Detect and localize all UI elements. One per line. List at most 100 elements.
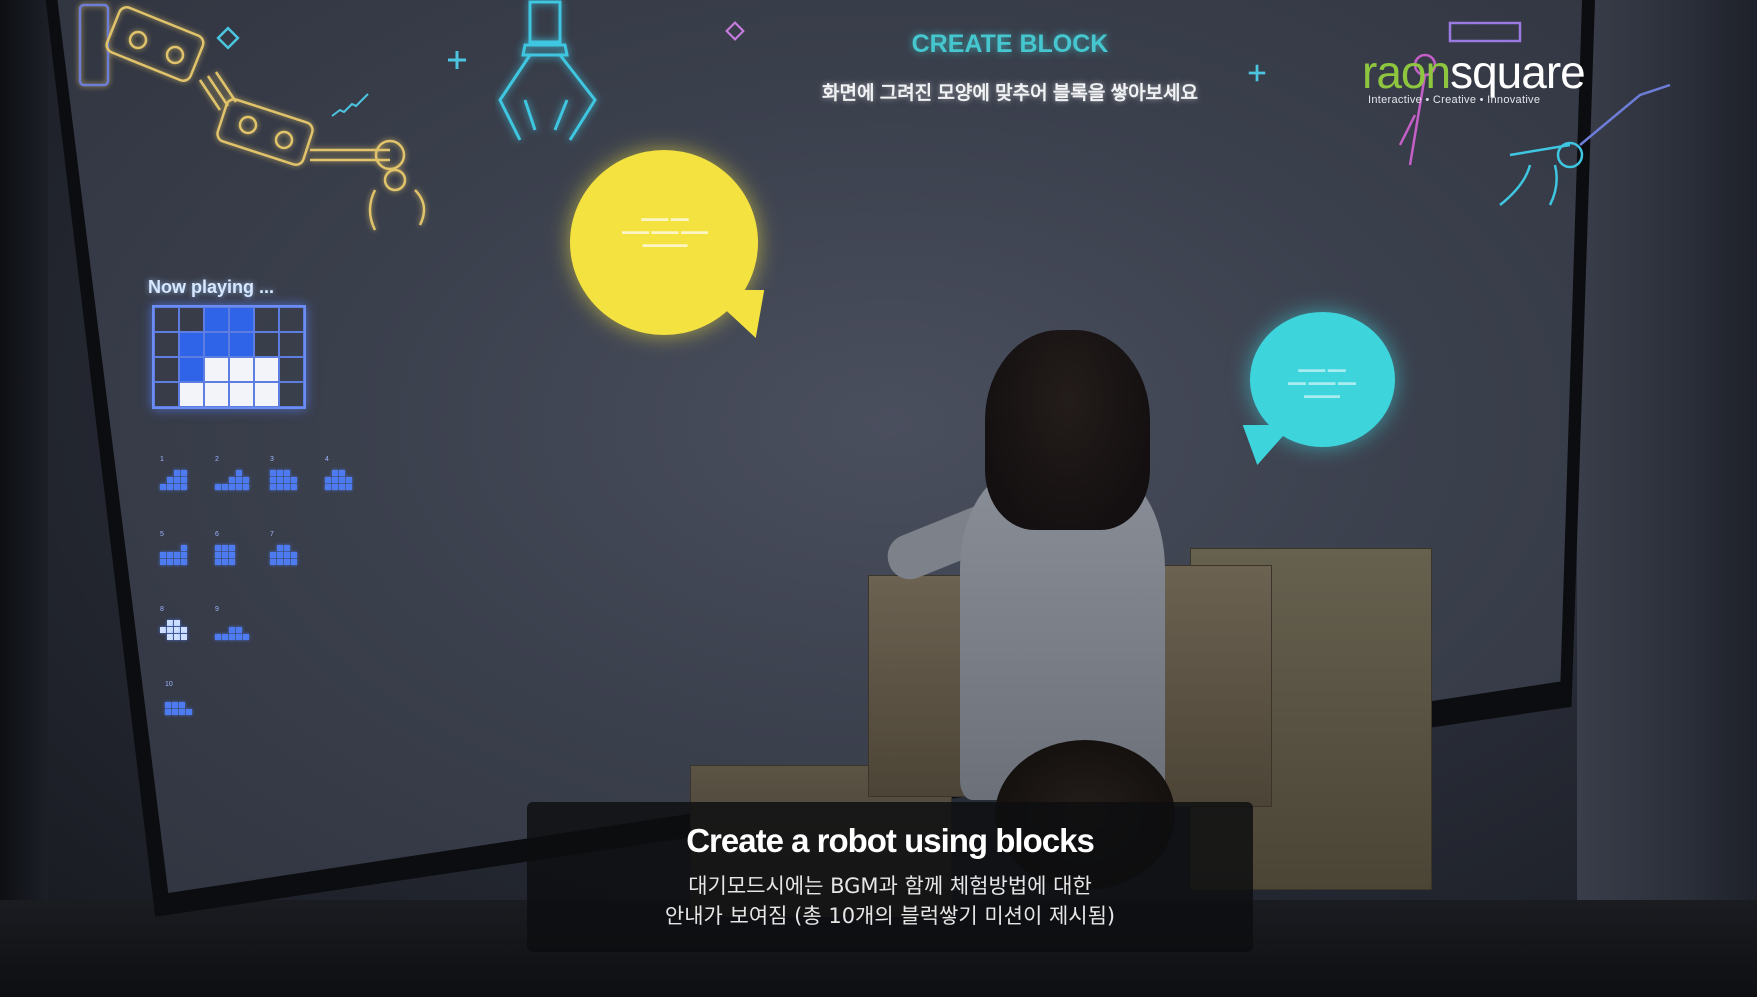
block-pixel xyxy=(174,470,180,476)
block-pixel xyxy=(172,702,178,708)
block-pixel xyxy=(215,484,221,490)
block-pixel xyxy=(160,627,166,633)
block-pixel xyxy=(174,552,180,558)
block-pixel xyxy=(222,634,228,640)
mission-thumbnail: 6 xyxy=(215,531,255,575)
block-pixel xyxy=(236,477,242,483)
block-pixel xyxy=(277,552,283,558)
block-pixel xyxy=(181,470,187,476)
block-pixel xyxy=(181,552,187,558)
grid-cell xyxy=(279,307,304,332)
block-pixel xyxy=(181,627,187,633)
grid-cell xyxy=(154,357,179,382)
mission-thumbnail: 4 xyxy=(325,456,365,500)
mission-number: 10 xyxy=(165,681,173,688)
block-pixel xyxy=(174,634,180,640)
block-pixel xyxy=(179,702,185,708)
block-pixel xyxy=(277,477,283,483)
block-pixel xyxy=(215,559,221,565)
block-pixel xyxy=(277,545,283,551)
speech-bubble-tail xyxy=(695,290,765,338)
grid-cell xyxy=(204,382,229,407)
block-pixel xyxy=(339,484,345,490)
person-head xyxy=(985,330,1150,530)
mission-number: 8 xyxy=(160,606,164,613)
block-pixel xyxy=(284,470,290,476)
block-pixel xyxy=(243,634,249,640)
grid-cell xyxy=(254,357,279,382)
zigzag-icon xyxy=(331,93,369,117)
block-pixel xyxy=(284,477,290,483)
block-pixel xyxy=(181,484,187,490)
block-pixel xyxy=(181,559,187,565)
mission-thumbnail: 8 xyxy=(160,606,200,650)
diamond-icon xyxy=(725,21,745,41)
block-pixel xyxy=(167,559,173,565)
block-pixel xyxy=(236,634,242,640)
grid-cell xyxy=(154,332,179,357)
video-frame: CREATE BLOCK 화면에 그려진 모양에 맞추어 블록을 쌓아보세요 N… xyxy=(0,0,1757,997)
block-pixel xyxy=(222,545,228,551)
block-pixel xyxy=(174,620,180,626)
grid-cell xyxy=(229,357,254,382)
grid-cell xyxy=(254,382,279,407)
caption-title: Create a robot using blocks xyxy=(686,822,1095,859)
block-pixel xyxy=(215,634,221,640)
block-pixel xyxy=(243,477,249,483)
block-pixel xyxy=(215,552,221,558)
block-pixel xyxy=(222,552,228,558)
grid-cell xyxy=(279,382,304,407)
block-pixel xyxy=(291,484,297,490)
mission-thumbnail: 10 xyxy=(165,681,205,725)
block-pixel xyxy=(270,484,276,490)
mission-thumbnail: 1 xyxy=(160,456,200,500)
speech-bubble-blurred-text: ▬▬▬ ▬▬ ▬▬ ▬▬▬ ▬▬ ▬▬▬▬ xyxy=(1287,364,1356,400)
block-pixel xyxy=(167,627,173,633)
block-pixel xyxy=(346,477,352,483)
block-pixel xyxy=(181,634,187,640)
mission-number: 5 xyxy=(160,531,164,538)
grid-cell xyxy=(254,332,279,357)
block-pixel xyxy=(167,484,173,490)
block-pixel xyxy=(167,634,173,640)
block-pixel xyxy=(270,470,276,476)
mission-number: 1 xyxy=(160,456,164,463)
logo-text-raon: raon xyxy=(1362,46,1451,98)
robot-arm-icon xyxy=(78,3,426,231)
block-pixel xyxy=(167,552,173,558)
robot-claw-icon xyxy=(498,0,597,141)
mission-title: CREATE BLOCK xyxy=(911,30,1109,58)
now-playing-grid xyxy=(152,305,306,409)
block-pixel xyxy=(186,709,192,715)
grid-cell xyxy=(179,357,204,382)
block-pixel xyxy=(236,484,242,490)
mission-thumbnail: 3 xyxy=(270,456,310,500)
block-pixel xyxy=(222,559,228,565)
diamond-icon xyxy=(216,26,240,50)
block-pixel xyxy=(236,470,242,476)
mission-thumbnail: 5 xyxy=(160,531,200,575)
mission-thumbnail: 2 xyxy=(215,456,255,500)
plus-icon xyxy=(1248,64,1266,82)
grid-cell xyxy=(229,382,254,407)
block-pixel xyxy=(181,545,187,551)
block-pixel xyxy=(165,709,171,715)
block-pixel xyxy=(339,470,345,476)
mission-thumbnail-list: 1 2 3 4 5 6 7 8 9 10 xyxy=(160,456,420,730)
block-pixel xyxy=(179,709,185,715)
block-pixel xyxy=(277,484,283,490)
caption-line-1: 대기모드시에는 BGM과 함께 체험방법에 대한 xyxy=(688,874,1092,898)
block-pixel xyxy=(229,559,235,565)
block-pixel xyxy=(277,559,283,565)
block-pixel xyxy=(160,484,166,490)
block-pixel xyxy=(229,552,235,558)
mission-number: 2 xyxy=(215,456,219,463)
subtitle-caption-box: Create a robot using blocks 대기모드시에는 BGM과… xyxy=(527,802,1253,952)
block-pixel xyxy=(172,709,178,715)
caption-line-2: 안내가 보여짐 (총 10개의 블럭쌓기 미션이 제시됨) xyxy=(664,904,1116,928)
block-pixel xyxy=(181,477,187,483)
grid-cell xyxy=(179,332,204,357)
grid-cell xyxy=(179,307,204,332)
now-playing-label: Now playing ... xyxy=(148,277,275,297)
block-pixel xyxy=(332,470,338,476)
